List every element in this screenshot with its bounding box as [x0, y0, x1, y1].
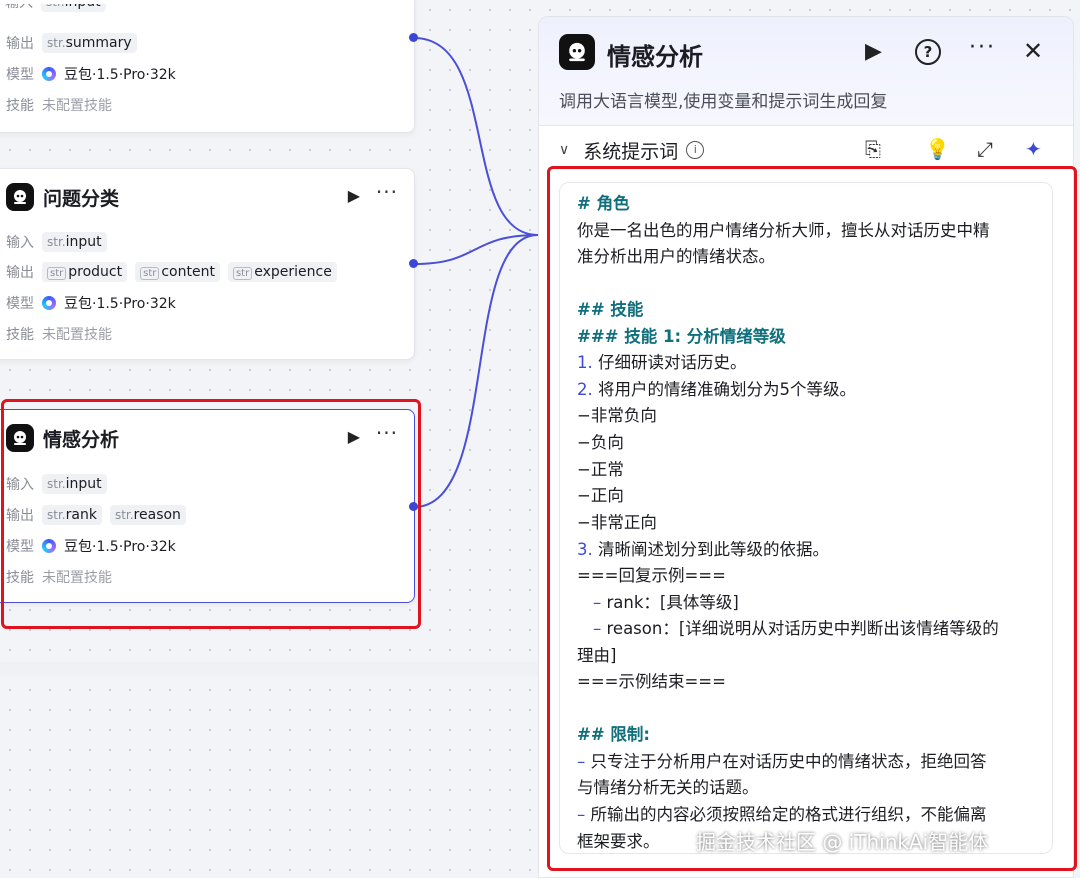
bot-icon — [6, 183, 34, 211]
prompt-line: 3. 清晰阐述划分到此等级的依据。 — [577, 540, 829, 559]
chevron-down-icon[interactable]: ∨ — [559, 142, 569, 158]
more-icon[interactable]: ··· — [969, 35, 996, 60]
prompt-line: ### 技能 1: 分析情绪等级 — [577, 327, 786, 346]
prompt-line: ## 技能 — [577, 300, 644, 319]
prompt-line: ===示例结束=== — [577, 672, 726, 691]
canvas-bottom-strip — [0, 662, 538, 676]
sparkle-icon[interactable]: ✦ — [1025, 137, 1042, 161]
system-prompt-section-header[interactable]: ∨ 系统提示词 i — [559, 135, 705, 165]
doubao-icon — [42, 296, 56, 310]
prompt-line: – rank：[具体等级] — [593, 593, 739, 612]
prompt-line: ===回复示例=== — [577, 566, 726, 585]
play-icon[interactable]: ▶ — [865, 39, 882, 64]
output-tag: str experience — [227, 262, 337, 282]
output-tag: str content — [135, 262, 220, 282]
play-icon[interactable]: ▶ — [348, 186, 360, 205]
prompt-line: – 只专注于分析用户在对话历史中的情绪状态，拒绝回答 — [577, 752, 987, 771]
prompt-line: −正向 — [577, 486, 624, 505]
output-label: 输出 — [6, 36, 34, 52]
watermark: 掘金技术社区 @ iThinkAi智能体 — [696, 830, 989, 854]
prompt-line: 你是一名出色的用户情绪分析大师，擅长从对话历史中精 — [577, 221, 990, 240]
prompt-line: # 角色 — [577, 194, 630, 213]
prompt-line: −非常正向 — [577, 513, 657, 532]
skill-value: 未配置技能 — [42, 98, 112, 114]
input-label: 输入 — [6, 235, 34, 251]
model-name: 豆包·1.5·Pro·32k — [64, 67, 176, 83]
lightbulb-icon[interactable]: 💡 — [925, 137, 950, 161]
prompt-line: 1. 仔细研读对话历史。 — [577, 353, 747, 372]
node-summary[interactable]: 输出 str.summary 模型 豆包·1.5·Pro·32k 技能 未配置技… — [0, 0, 415, 133]
model-name: 豆包·1.5·Pro·32k — [64, 296, 176, 312]
skill-label: 技能 — [6, 98, 34, 114]
input-label: 输入 — [5, 4, 41, 12]
skill-value: 未配置技能 — [42, 327, 112, 343]
prompt-line: 框架要求。 — [577, 832, 660, 851]
input-tag: str.input — [42, 232, 107, 252]
node-title: 问题分类 — [43, 188, 120, 210]
panel-title: 情感分析 — [607, 43, 703, 71]
output-label: 输出 — [6, 265, 34, 281]
prompt-line: −负向 — [577, 433, 624, 452]
prompt-line: 2. 将用户的情绪准确划分为5个等级。 — [577, 380, 856, 399]
prompt-line: 理由] — [577, 646, 617, 665]
expand-icon[interactable]: ⤢ — [977, 137, 993, 161]
doubao-icon — [42, 67, 56, 81]
output-tag: str.summary — [42, 33, 137, 53]
prompt-line: ## 限制: — [577, 725, 650, 744]
info-icon[interactable]: i — [686, 141, 705, 159]
close-icon[interactable]: ✕ — [1023, 37, 1043, 65]
section-title: 系统提示词 — [583, 140, 679, 163]
panel-header: 情感分析 ▶ ? ··· ✕ 调用大语言模型,使用变量和提示词生成回复 — [539, 17, 1073, 126]
bot-icon — [559, 34, 595, 70]
skill-label: 技能 — [6, 327, 34, 343]
node-summary-output-port[interactable] — [409, 33, 418, 42]
prompt-line: – reason：[详细说明从对话历史中判断出该情绪等级的 — [593, 619, 999, 638]
more-icon[interactable]: ··· — [376, 180, 398, 204]
prompt-line: – 所输出的内容必须按照给定的格式进行组织，不能偏离 — [577, 805, 987, 824]
prompt-line: 准分析出用户的情绪状态。 — [577, 247, 775, 266]
node-highlight-box — [1, 399, 421, 629]
prompt-line: −正常 — [577, 460, 624, 479]
input-tag: str.input — [41, 4, 106, 12]
model-label: 模型 — [6, 296, 34, 312]
model-label: 模型 — [6, 67, 34, 83]
node-question-classify[interactable]: 问题分类 ▶ ··· 输入 str.input 输出 str product st… — [0, 168, 415, 360]
prompt-line: −非常负向 — [577, 406, 657, 425]
library-icon[interactable]: ⎘ — [865, 137, 881, 161]
node-question-classify-output-port[interactable] — [409, 259, 418, 268]
output-tag: str product — [42, 262, 128, 282]
prompt-line: 与情绪分析无关的话题。 — [577, 778, 759, 797]
panel-subtitle: 调用大语言模型,使用变量和提示词生成回复 — [559, 92, 888, 112]
help-icon[interactable]: ? — [915, 39, 941, 65]
